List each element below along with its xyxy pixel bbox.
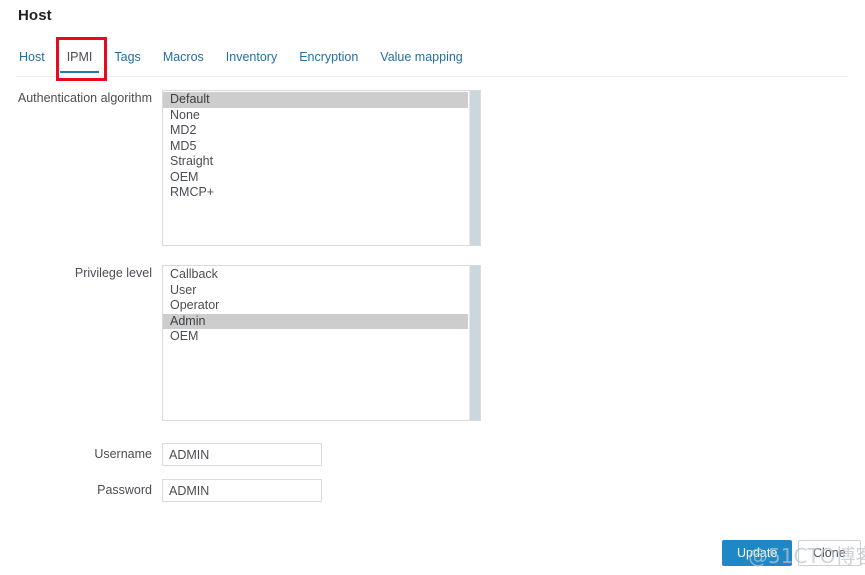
list-item[interactable]: Callback [163, 267, 468, 283]
list-item[interactable]: OEM [163, 329, 468, 345]
form-row-password: Password [0, 479, 865, 502]
auth-algorithm-listbox-wrap: Default None MD2 MD5 Straight OEM RMCP+ [162, 90, 481, 246]
password-label: Password [97, 483, 152, 497]
list-item[interactable]: MD5 [163, 139, 468, 155]
form-row-auth-algorithm: Authentication algorithm Default None MD… [0, 90, 865, 246]
list-item[interactable]: OEM [163, 170, 468, 186]
auth-algorithm-scrollbar[interactable] [469, 91, 480, 245]
auth-algorithm-listbox[interactable]: Default None MD2 MD5 Straight OEM RMCP+ [162, 90, 481, 246]
tab-tags[interactable]: Tags [103, 47, 151, 73]
tab-macros[interactable]: Macros [152, 47, 215, 73]
form-row-username: Username [0, 443, 865, 466]
list-item[interactable]: Operator [163, 298, 468, 314]
list-item[interactable]: Straight [163, 154, 468, 170]
list-item[interactable]: User [163, 283, 468, 299]
list-item[interactable]: MD2 [163, 123, 468, 139]
username-label: Username [94, 447, 152, 461]
list-item[interactable]: None [163, 108, 468, 124]
ipmi-form: Authentication algorithm Default None MD… [0, 90, 865, 502]
tab-value-mapping[interactable]: Value mapping [369, 47, 473, 73]
privilege-level-listbox-wrap: Callback User Operator Admin OEM [162, 265, 481, 421]
list-item[interactable]: RMCP+ [163, 185, 468, 201]
privilege-level-label: Privilege level [74, 266, 152, 280]
tab-inventory[interactable]: Inventory [215, 47, 288, 73]
form-footer: Update Clone [0, 540, 865, 570]
tab-bar: Host IPMI Tags Macros Inventory Encrypti… [16, 47, 474, 76]
tab-ipmi[interactable]: IPMI [56, 47, 104, 73]
page-title: Host [18, 7, 52, 24]
privilege-level-listbox[interactable]: Callback User Operator Admin OEM [162, 265, 481, 421]
password-input[interactable] [162, 479, 322, 502]
update-button[interactable]: Update [722, 540, 793, 566]
username-input[interactable] [162, 443, 322, 466]
tab-bar-divider [16, 76, 848, 77]
tab-encryption[interactable]: Encryption [288, 47, 369, 73]
privilege-level-scrollbar[interactable] [469, 266, 480, 420]
auth-algorithm-label: Authentication algorithm [17, 91, 152, 105]
list-item[interactable]: Admin [163, 313, 468, 329]
clone-button[interactable]: Clone [798, 540, 861, 566]
form-row-privilege-level: Privilege level Callback User Operator A… [0, 265, 865, 421]
tab-host[interactable]: Host [16, 47, 56, 73]
list-item[interactable]: Default [163, 92, 468, 108]
